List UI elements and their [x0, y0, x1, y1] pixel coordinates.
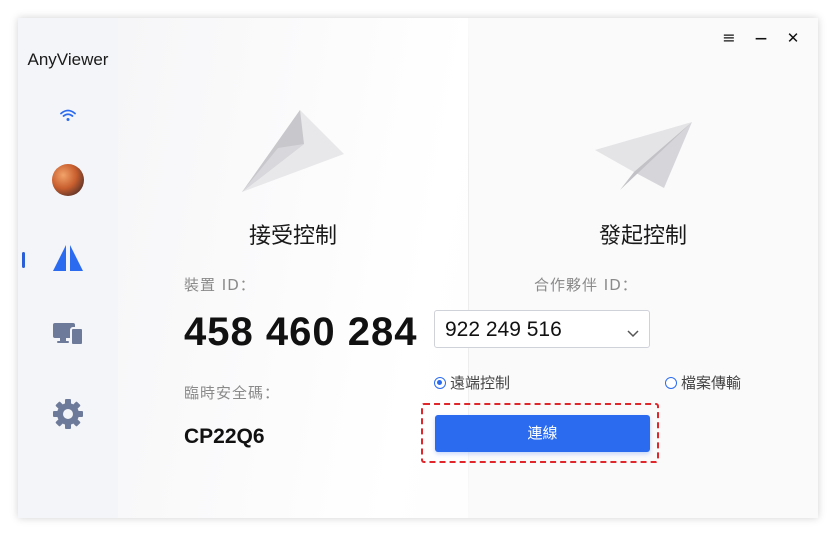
accept-control-title: 接受控制: [248, 224, 337, 249]
radio-checked-icon: [434, 376, 446, 389]
connect-button[interactable]: 連線: [435, 415, 650, 452]
paper-plane-icon: [240, 106, 345, 200]
radio-unchecked-icon: [665, 376, 677, 389]
gear-icon: [52, 398, 84, 434]
device-id-label: 裝置 ID：: [184, 276, 256, 294]
sidebar-item-account[interactable]: [18, 158, 118, 202]
paper-plane-icon: [594, 120, 694, 196]
temp-code-label: 臨時安全碼：: [184, 384, 281, 402]
sidebar-item-devices[interactable]: [18, 314, 118, 358]
sidebar: AnyViewer: [18, 18, 118, 518]
partner-id-value: 922 249 516: [445, 318, 562, 341]
radio-remote-control[interactable]: 遠端控制: [434, 372, 510, 393]
minimize-button[interactable]: —: [750, 28, 772, 48]
devices-icon: [52, 321, 84, 351]
window-controls: ≡ — ✕: [718, 28, 808, 48]
app-name: AnyViewer: [27, 50, 109, 69]
device-id-value: 458 460 284: [184, 310, 418, 354]
sidebar-item-connection[interactable]: [18, 94, 118, 138]
app-window: AnyViewer ≡ — ✕ 接受控制 裝置 ID： 458 460 284 …: [18, 18, 818, 518]
remote-control-icon: [52, 244, 84, 276]
sidebar-item-settings[interactable]: [18, 394, 118, 438]
menu-icon[interactable]: ≡: [718, 28, 740, 48]
avatar: [52, 164, 84, 196]
initiate-control-title: 發起控制: [598, 224, 687, 249]
radio-file-transfer[interactable]: 檔案傳輸: [665, 372, 741, 393]
active-indicator: [22, 252, 25, 268]
partner-id-label: 合作夥伴 ID：: [534, 276, 638, 294]
partner-id-input[interactable]: 922 249 516: [434, 310, 650, 348]
temp-code-value: CP22Q6: [184, 425, 265, 448]
close-button[interactable]: ✕: [782, 28, 804, 48]
wifi-icon: [60, 107, 76, 126]
radio-remote-control-label: 遠端控制: [450, 374, 511, 392]
radio-file-transfer-label: 檔案傳輸: [681, 374, 742, 392]
chevron-down-icon[interactable]: [627, 323, 639, 342]
sidebar-item-remote[interactable]: [18, 238, 118, 282]
